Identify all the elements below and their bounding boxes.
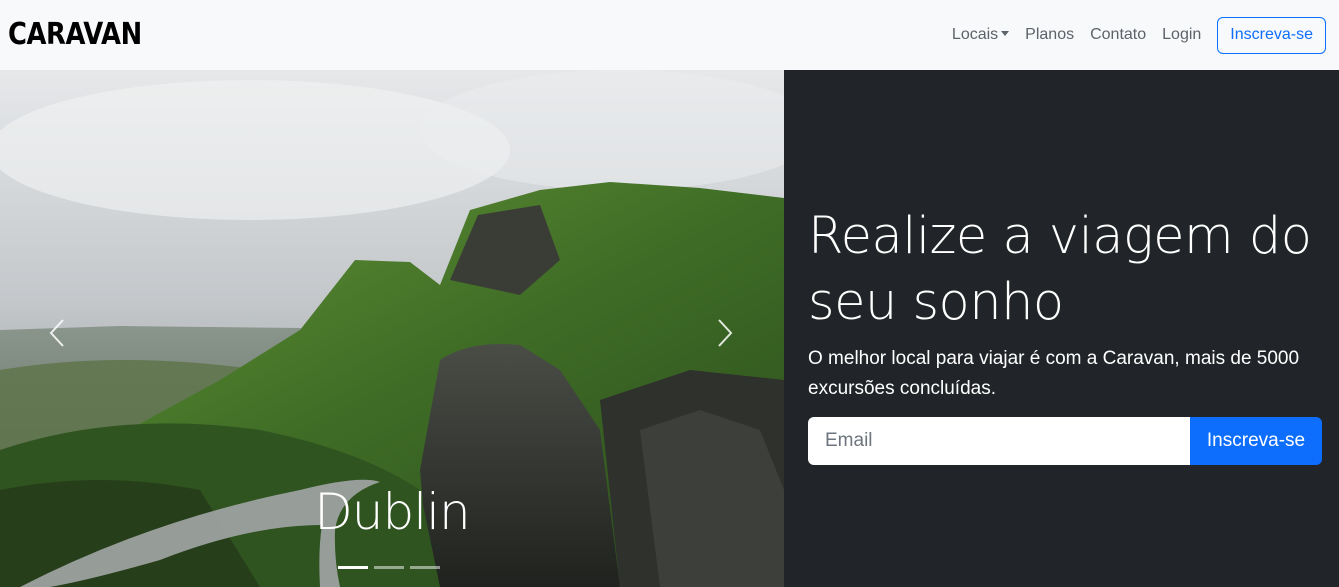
slide-caption: Dublin — [314, 483, 470, 541]
nav-item-label: Locais — [951, 26, 999, 43]
nav-item-planos[interactable]: Planos — [1017, 26, 1082, 44]
signup-submit-button[interactable]: Inscreva-se — [1190, 417, 1322, 465]
chevron-right-icon — [718, 319, 733, 347]
nav-item-login[interactable]: Login — [1154, 26, 1209, 44]
chevron-left-icon — [49, 319, 64, 347]
carousel-indicator-2[interactable] — [374, 566, 404, 569]
hero-headline: Realize a viagem do seu sonho — [808, 207, 1312, 332]
signup-nav-button[interactable]: Inscreva-se — [1217, 16, 1326, 54]
nav-item-contato[interactable]: Contato — [1082, 26, 1154, 44]
carousel-next-button[interactable] — [713, 318, 737, 348]
signup-form: Inscreva-se — [808, 417, 1322, 465]
carousel-prev-button[interactable] — [45, 318, 69, 348]
caret-down-icon — [1001, 31, 1010, 36]
hero-section: Realize a viagem do seu sonho O melhor l… — [784, 70, 1339, 587]
carousel-indicators — [338, 566, 440, 569]
image-carousel: Dublin — [0, 70, 784, 587]
hero-lead: O melhor local para viajar é com a Carav… — [808, 348, 1300, 399]
brand-logo[interactable]: CARAVAN — [8, 20, 142, 50]
nav-item-locais[interactable]: Locais — [944, 26, 1017, 44]
nav-links: Locais Planos Contato Login Inscreva-se — [944, 16, 1326, 54]
email-input[interactable] — [808, 417, 1190, 465]
carousel-indicator-1[interactable] — [338, 566, 368, 569]
carousel-indicator-3[interactable] — [410, 566, 440, 569]
navbar: CARAVAN Locais Planos Contato Login Insc… — [0, 0, 1339, 70]
